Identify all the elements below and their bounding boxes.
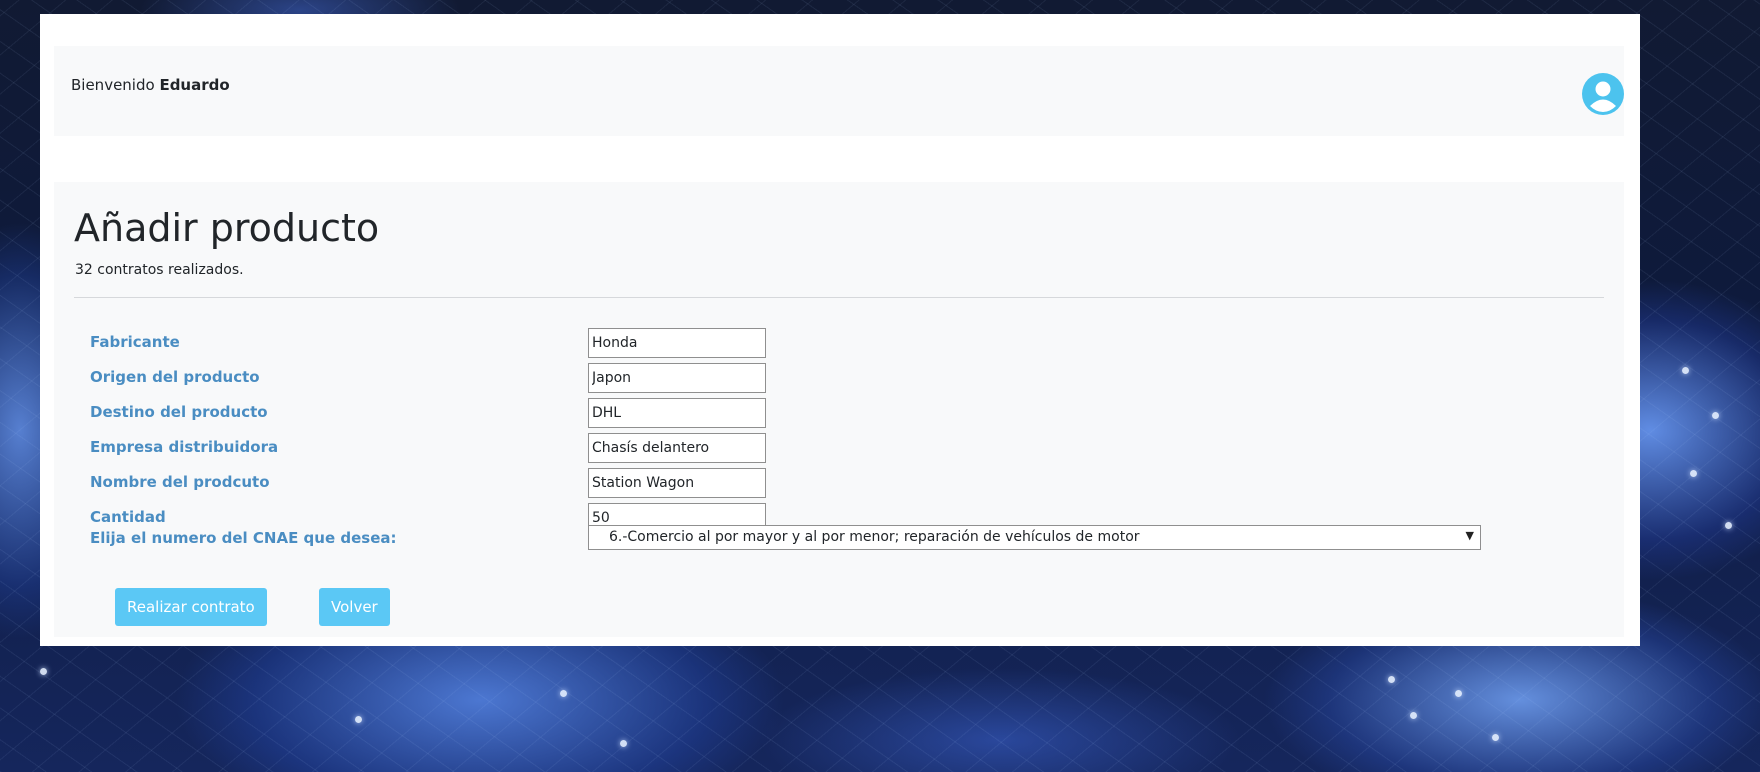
- destination-input[interactable]: [588, 398, 766, 428]
- distributor-input[interactable]: [588, 433, 766, 463]
- navbar: Bienvenido Eduardo: [54, 46, 1624, 136]
- back-button[interactable]: Volver: [319, 588, 390, 626]
- destination-label: Destino del producto: [90, 403, 268, 421]
- origin-input[interactable]: [588, 363, 766, 393]
- manufacturer-input[interactable]: [588, 328, 766, 358]
- dropdown-arrow-icon: ▼: [1465, 529, 1474, 542]
- cnae-select[interactable]: 6.-Comercio al por mayor y al por menor;…: [588, 525, 1481, 550]
- main-container: Bienvenido Eduardo Añadir producto 32 co…: [40, 14, 1640, 646]
- username: Eduardo: [159, 76, 230, 94]
- contracts-count: 32 contratos realizados.: [75, 262, 244, 278]
- product-form-panel: Añadir producto 32 contratos realizados.…: [54, 182, 1624, 637]
- cnae-selected-value: 6.-Comercio al por mayor y al por menor;…: [609, 529, 1140, 545]
- page-title: Añadir producto: [74, 206, 380, 250]
- welcome-prefix: Bienvenido: [71, 76, 155, 94]
- product-name-label: Nombre del prodcuto: [90, 473, 270, 491]
- distributor-label: Empresa distribuidora: [90, 438, 279, 456]
- cnae-label: Elija el numero del CNAE que desea:: [90, 529, 397, 547]
- divider: [74, 297, 1604, 298]
- manufacturer-label: Fabricante: [90, 333, 180, 351]
- user-circle-icon[interactable]: [1582, 73, 1624, 115]
- quantity-label: Cantidad: [90, 508, 166, 526]
- origin-label: Origen del producto: [90, 368, 260, 386]
- submit-contract-button[interactable]: Realizar contrato: [115, 588, 267, 626]
- product-name-input[interactable]: [588, 468, 766, 498]
- welcome-message: Bienvenido Eduardo: [71, 76, 230, 94]
